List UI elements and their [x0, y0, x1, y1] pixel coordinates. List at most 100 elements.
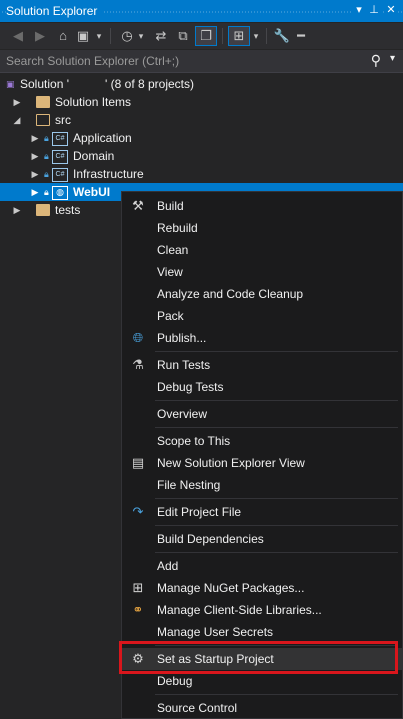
menu-item-manage-client-side-libraries[interactable]: ⚭ Manage Client-Side Libraries...	[122, 599, 402, 621]
menu-item-overview[interactable]: Overview	[122, 403, 402, 425]
menu-item-view[interactable]: View	[122, 261, 402, 283]
solution-name-start: Solution '	[20, 77, 69, 91]
tree-item-label: Domain	[73, 149, 115, 163]
menu-item-label: View	[157, 265, 183, 279]
menu-item-debug-tests[interactable]: Debug Tests	[122, 376, 402, 398]
tree-item-domain[interactable]: ▶ 🔒︎ C# Domain	[0, 147, 403, 165]
back-icon[interactable]: ◀	[10, 27, 26, 45]
tree-item-solution-items[interactable]: ▶ Solution Items	[0, 93, 403, 111]
menu-separator	[155, 427, 398, 428]
menu-item-manage-nuget-packages[interactable]: ⊞ Manage NuGet Packages...	[122, 577, 402, 599]
menu-item-add[interactable]: Add	[122, 555, 402, 577]
menu-item-build[interactable]: ⚒ Build	[122, 195, 402, 217]
menu-item-file-nesting[interactable]: File Nesting	[122, 474, 402, 496]
search-options-dropdown-icon[interactable]: ▾	[390, 53, 395, 64]
collapse-all-icon[interactable]: ⧉	[174, 27, 192, 45]
tree-item-label: Infrastructure	[73, 167, 144, 181]
menu-item-analyze-code-cleanup[interactable]: Analyze and Code Cleanup	[122, 283, 402, 305]
menu-item-rebuild[interactable]: Rebuild	[122, 217, 402, 239]
toolbar-divider	[110, 28, 111, 44]
tree-item-src[interactable]: ◢ src	[0, 111, 403, 129]
sync-with-document-icon[interactable]: ⇄	[152, 27, 170, 45]
tree-item-solution[interactable]: ▣ Solution ' ' (8 of 8 projects)	[0, 75, 403, 93]
expand-arrow-icon[interactable]: ▶	[30, 165, 40, 183]
menu-item-debug[interactable]: Debug	[122, 670, 402, 692]
pending-changes-filter-icon[interactable]: ◷	[118, 27, 136, 45]
search-icon[interactable]: ⚲	[371, 52, 381, 69]
menu-item-label: Scope to This	[157, 434, 231, 448]
libraries-icon: ⚭	[132, 602, 144, 617]
show-all-files-icon[interactable]: ❐	[195, 26, 217, 46]
expand-arrow-icon[interactable]: ▶	[30, 183, 40, 201]
menu-item-label: Overview	[157, 407, 208, 421]
folder-icon	[36, 96, 50, 108]
minimize-icon[interactable]: ━	[293, 27, 309, 45]
edit-arrow-icon: ↷	[132, 504, 144, 519]
collapse-arrow-icon[interactable]: ◢	[12, 111, 22, 129]
solution-explorer-toolbar: ◀ ▶ ⌂ ▣ ▾ ◷ ▾ ⇄ ⧉ ❐ ⊞ ▾ 🔧 ━	[0, 23, 403, 49]
expand-arrow-icon[interactable]: ▶	[12, 93, 22, 111]
menu-separator	[155, 645, 398, 646]
csharp-project-icon: C#	[52, 150, 68, 164]
menu-item-label: Debug Tests	[157, 380, 224, 394]
menu-item-build-dependencies[interactable]: Build Dependencies	[122, 528, 402, 550]
lock-icon: 🔒︎	[44, 187, 49, 197]
menu-item-label: Add	[157, 559, 179, 573]
close-icon[interactable]: ✕	[384, 3, 398, 17]
menu-item-clean[interactable]: Clean	[122, 239, 402, 261]
menu-item-set-as-startup-project[interactable]: ⚙ Set as Startup Project	[122, 648, 402, 670]
preview-dropdown-icon[interactable]: ▾	[251, 27, 261, 45]
search-box[interactable]: Search Solution Explorer (Ctrl+;) ⚲ ▾	[0, 50, 403, 73]
folder-icon	[36, 204, 50, 216]
menu-item-label: Clean	[157, 243, 189, 257]
window-title: Solution Explorer	[6, 4, 104, 18]
menu-item-label: Manage NuGet Packages...	[157, 581, 305, 595]
menu-item-pack[interactable]: Pack	[122, 305, 402, 327]
tree-item-label: src	[55, 113, 71, 127]
menu-item-label: Source Control	[157, 701, 238, 715]
filter-dropdown-icon[interactable]: ▾	[136, 27, 146, 45]
nuget-package-icon: ⊞	[132, 580, 144, 595]
expand-arrow-icon[interactable]: ▶	[12, 201, 22, 219]
menu-item-label: Analyze and Code Cleanup	[157, 287, 304, 301]
title-bar: Solution Explorer ▾ ⊥ ✕	[0, 0, 403, 22]
menu-item-label: Pack	[157, 309, 184, 323]
toolbar-divider	[222, 28, 223, 44]
toolbar-divider	[266, 28, 267, 44]
preview-selected-items-icon[interactable]: ⊞	[228, 26, 250, 46]
properties-wrench-icon[interactable]: 🔧	[273, 27, 291, 45]
menu-item-label: Edit Project File	[157, 505, 242, 519]
new-window-icon: ▤	[131, 455, 145, 470]
lock-icon: 🔒︎	[44, 169, 49, 179]
solution-project-count: (8 of 8 projects)	[110, 77, 195, 91]
web-project-icon: ◍	[52, 186, 68, 200]
csharp-project-icon: C#	[52, 168, 68, 182]
menu-item-run-tests[interactable]: ⚗ Run Tests	[122, 354, 402, 376]
tree-item-label: Application	[73, 131, 132, 145]
tree-item-infrastructure[interactable]: ▶ 🔒︎ C# Infrastructure	[0, 165, 403, 183]
menu-item-publish[interactable]: 🌐︎ Publish...	[122, 327, 402, 349]
menu-item-label: Run Tests	[157, 358, 211, 372]
forward-icon[interactable]: ▶	[32, 27, 48, 45]
menu-separator	[155, 525, 398, 526]
expand-arrow-icon[interactable]: ▶	[30, 129, 40, 147]
tree-item-application[interactable]: ▶ 🔒︎ C# Application	[0, 129, 403, 147]
gear-icon: ⚙	[132, 651, 144, 666]
switch-views-dropdown-icon[interactable]: ▾	[94, 27, 104, 45]
menu-item-label: Manage Client-Side Libraries...	[157, 603, 322, 617]
menu-item-scope-to-this[interactable]: Scope to This	[122, 430, 402, 452]
menu-item-source-control[interactable]: Source Control	[122, 697, 402, 719]
switch-views-icon[interactable]: ▣	[74, 27, 92, 45]
menu-item-edit-project-file[interactable]: ↷ Edit Project File	[122, 501, 402, 523]
menu-item-manage-user-secrets[interactable]: Manage User Secrets	[122, 621, 402, 643]
menu-separator	[155, 552, 398, 553]
pin-icon[interactable]: ⊥	[367, 3, 381, 17]
menu-item-new-solution-explorer-view[interactable]: ▤ New Solution Explorer View	[122, 452, 402, 474]
expand-arrow-icon[interactable]: ▶	[30, 147, 40, 165]
window-position-dropdown-icon[interactable]: ▾	[352, 3, 366, 17]
search-input[interactable]: Search Solution Explorer (Ctrl+;)	[6, 54, 179, 68]
menu-item-label: Manage User Secrets	[157, 625, 274, 639]
home-icon[interactable]: ⌂	[54, 27, 72, 45]
menu-separator	[155, 351, 398, 352]
tree-item-label: WebUI	[73, 185, 111, 199]
